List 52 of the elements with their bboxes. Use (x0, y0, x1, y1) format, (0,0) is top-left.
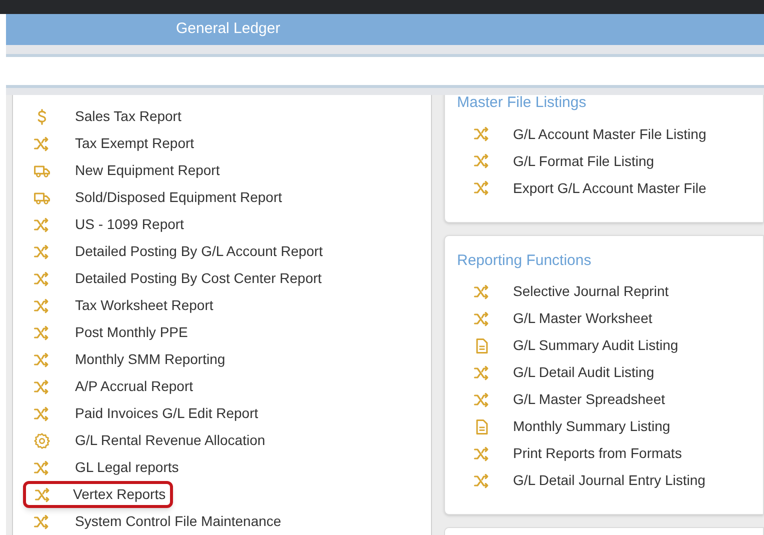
report-link[interactable]: Detailed Posting By G/L Account Report (33, 238, 323, 265)
shuffle-icon (33, 296, 51, 314)
report-link[interactable]: Print Reports from Formats (457, 440, 682, 467)
gear-icon (33, 432, 51, 450)
report-link[interactable]: Selective Journal Reprint (457, 278, 669, 305)
page-title: General Ledger (176, 19, 280, 40)
report-link[interactable]: Vertex Reports (23, 481, 173, 508)
report-link[interactable]: Tax Worksheet Report (33, 292, 214, 319)
report-link[interactable]: G/L Detail Audit Listing (457, 359, 654, 386)
shuffle-icon (473, 364, 491, 382)
report-link[interactable]: Sales Tax Report (33, 103, 182, 130)
shuffle-icon (33, 324, 51, 342)
report-link[interactable]: System Control File Maintenance (33, 508, 282, 535)
shuffle-icon (473, 472, 491, 490)
report-link[interactable]: G/L Detail Journal Entry Listing (457, 467, 706, 494)
panel-title: Reporting Functions (457, 250, 592, 270)
shuffle-icon (473, 282, 491, 300)
shuffle-icon (33, 242, 51, 260)
shuffle-icon (473, 152, 491, 170)
report-link[interactable]: Export G/L Account Master File (457, 174, 706, 202)
shuffle-icon (33, 134, 51, 152)
shuffle-icon (33, 458, 51, 476)
report-link[interactable]: G/L Rental Revenue Allocation (33, 427, 266, 454)
shuffle-icon (473, 444, 491, 462)
shuffle-icon (33, 404, 51, 422)
report-link[interactable]: G/L Summary Audit Listing (457, 332, 678, 359)
report-link[interactable]: G/L Account Master File Listing (457, 120, 706, 148)
shuffle-icon (33, 512, 51, 530)
report-link[interactable]: G/L Format File Listing (457, 148, 654, 174)
shuffle-icon (34, 486, 52, 504)
report-link[interactable]: Post Monthly PPE (33, 319, 188, 346)
report-link[interactable]: Tax Exempt Report (33, 130, 194, 157)
report-link[interactable]: New Equipment Report (33, 157, 220, 184)
report-link[interactable]: GL Legal reports (33, 454, 179, 481)
report-link[interactable]: G/L Master Spreadsheet (457, 386, 666, 413)
report-link[interactable]: A/P Accrual Report (33, 373, 194, 400)
shuffle-icon (33, 350, 51, 368)
shuffle-icon (473, 179, 491, 197)
report-link[interactable]: Monthly Summary Listing (457, 413, 670, 440)
report-link[interactable]: Sold/Disposed Equipment Report (33, 184, 282, 211)
report-link[interactable]: Detailed Posting By Cost Center Report (33, 265, 322, 292)
shuffle-icon (473, 125, 491, 143)
shuffle-icon (33, 270, 51, 288)
report-link[interactable]: US - 1099 Report (33, 211, 184, 238)
panel-title: Master File Listings (457, 95, 588, 113)
shuffle-icon (473, 310, 491, 328)
shuffle-icon (473, 390, 491, 408)
shuffle-icon (33, 378, 51, 396)
report-link[interactable]: Monthly SMM Reporting (33, 346, 226, 373)
report-link[interactable]: G/L Master Worksheet (457, 305, 652, 332)
shuffle-icon (33, 216, 51, 234)
report-link[interactable]: Paid Invoices G/L Edit Report (33, 400, 258, 427)
